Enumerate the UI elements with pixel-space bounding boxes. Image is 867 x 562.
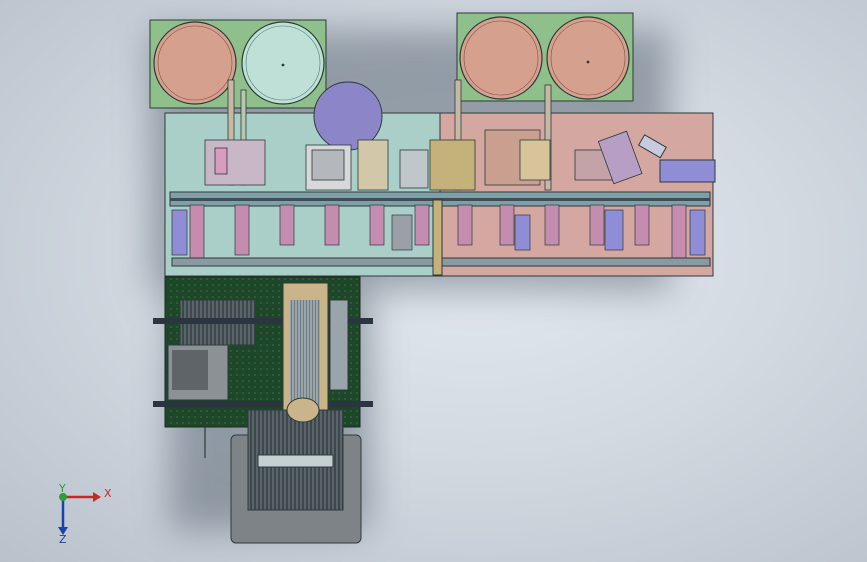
reel-module-left[interactable] [149, 19, 327, 109]
x-axis-label: X [104, 487, 112, 500]
cad-viewport[interactable]: X Y Z [0, 0, 867, 562]
reel-cyan-left [241, 21, 325, 105]
x-axis-arrow [93, 492, 101, 502]
reel-pink-right-b [546, 16, 630, 100]
reel-pink-right-a [459, 16, 543, 100]
reel-pink-left [153, 21, 237, 105]
side-rail-right [659, 159, 716, 183]
orientation-triad: X Y Z [58, 482, 112, 546]
z-axis-label: Z [59, 533, 67, 546]
y-axis-label: Y [58, 482, 66, 495]
